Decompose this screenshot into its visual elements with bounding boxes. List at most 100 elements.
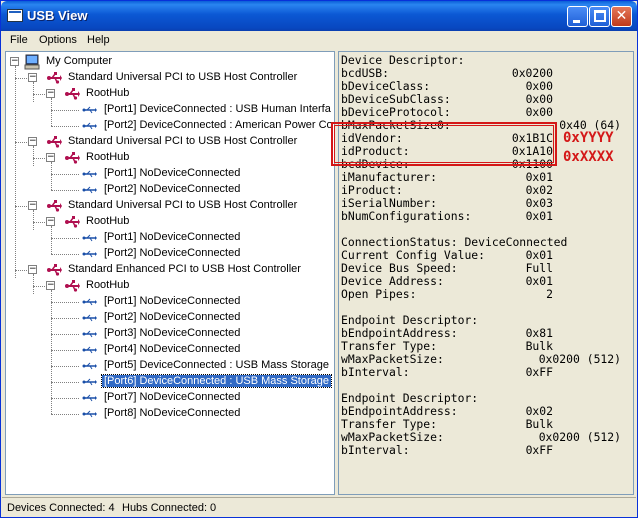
tree-connector: [51, 174, 79, 175]
usb-icon: [65, 280, 80, 292]
usb-icon: [65, 216, 80, 228]
usb-icon: [47, 200, 62, 212]
maximize-icon: [594, 10, 606, 22]
device-tree[interactable]: − My Computer − Standard Universal PCI to U…: [5, 51, 335, 495]
usb-icon: [65, 152, 80, 164]
tree-node-label: [Port3] NoDeviceConnected: [104, 327, 241, 339]
usb-port-icon: [82, 410, 97, 418]
descriptor-key: bInterval:: [341, 365, 410, 379]
tree-connector: [51, 366, 79, 367]
usb-port-icon: [82, 346, 97, 354]
tree-connector: [33, 210, 34, 230]
tree-node-label: [Port5] DeviceConnected : USB Mass Stora…: [104, 359, 329, 371]
descriptor-value: 0xFF: [525, 365, 553, 379]
usb-icon: [47, 72, 62, 84]
vendor-annotation: 0xYYYY: [563, 130, 614, 146]
controller-expander[interactable]: −: [28, 137, 37, 146]
tree-node-label: [Port2] NoDeviceConnected: [104, 311, 241, 323]
tree-node-label: RootHub: [86, 151, 130, 163]
tree-connector: [51, 226, 52, 254]
usb-icon: [47, 264, 62, 276]
tree-node-label: [Port2] DeviceConnected : American Power…: [104, 119, 333, 131]
usb-port-icon: [82, 234, 97, 242]
hubs-connected-status: Hubs Connected: 0: [122, 502, 217, 514]
usb-port-icon: [82, 298, 97, 306]
product-annotation: 0xXXXX: [563, 149, 614, 165]
details-pane[interactable]: Device Descriptor: bcdUSB: 0x0200 bDeviceCl…: [338, 51, 634, 495]
descriptor-row: bInterval: 0xFF: [341, 444, 613, 457]
tree-connector: [51, 334, 79, 335]
tree-connector: [33, 274, 34, 294]
menu-help[interactable]: Help: [87, 34, 110, 46]
close-icon: ✕: [615, 8, 628, 24]
tree-connector: [51, 254, 79, 255]
tree-connector: [51, 350, 79, 351]
tree-node-label: Standard Enhanced PCI to USB Host Contro…: [68, 263, 301, 275]
tree-node-label: [Port2] NoDeviceConnected: [104, 183, 241, 195]
tree-node-label: RootHub: [86, 215, 130, 227]
tree-node-label: [Port8] NoDeviceConnected: [104, 407, 241, 419]
vid-pid-highlight-inner: [334, 125, 554, 163]
usb-port-icon: [82, 330, 97, 338]
hub-expander[interactable]: −: [46, 217, 55, 226]
tree-connector: [51, 110, 79, 111]
tree-node-label: [Port1] NoDeviceConnected: [104, 295, 241, 307]
tree-connector: [51, 126, 79, 127]
descriptor-text: Device Descriptor: bcdUSB: 0x0200 bDeviceCl…: [341, 54, 621, 457]
tree-node-label: [Port1] NoDeviceConnected: [104, 231, 241, 243]
descriptor-row: Open Pipes: 2: [341, 288, 613, 301]
descriptor-key: bNumConfigurations:: [341, 209, 472, 223]
descriptor-key: Open Pipes:: [341, 287, 417, 301]
usb-port-icon: [82, 314, 97, 322]
tree-connector: [51, 318, 79, 319]
descriptor-value: 0x00: [525, 105, 553, 119]
usb-port-icon: [82, 122, 97, 130]
tree-node-label: [Port1] NoDeviceConnected: [104, 167, 241, 179]
status-bar: Devices Connected: 4 Hubs Connected: 0: [2, 497, 636, 517]
usb-port-icon: [82, 394, 97, 402]
app-icon: [7, 9, 23, 22]
tree-connector: [51, 398, 79, 399]
minimize-button[interactable]: [567, 6, 588, 27]
tree-node-label: [Port1] DeviceConnected : USB Human Inte…: [104, 103, 331, 115]
usb-port-icon: [82, 378, 97, 386]
controller-expander[interactable]: −: [28, 265, 37, 274]
tree-node-label: My Computer: [46, 55, 113, 67]
devices-connected-status: Devices Connected: 4: [7, 502, 115, 514]
usb-port-icon: [82, 250, 97, 258]
tree-node-label: [Port4] NoDeviceConnected: [104, 343, 241, 355]
close-button[interactable]: ✕: [611, 6, 632, 27]
usb-port-icon: [82, 186, 97, 194]
usb-port-icon: [82, 362, 97, 370]
maximize-button[interactable]: [589, 6, 610, 27]
menu-options[interactable]: Options: [39, 34, 77, 46]
menu-file[interactable]: File: [10, 34, 28, 46]
hub-expander[interactable]: −: [46, 153, 55, 162]
root-expander[interactable]: −: [10, 57, 19, 66]
tree-node-label: [Port2] NoDeviceConnected: [104, 247, 241, 259]
tree-node-label: RootHub: [86, 87, 130, 99]
tree-connector: [51, 382, 79, 383]
descriptor-value: 0xFF: [525, 443, 553, 457]
tree-connector: [33, 82, 34, 102]
descriptor-value: 2: [546, 287, 553, 301]
tree-connector: [51, 162, 52, 190]
usb-icon: [65, 88, 80, 100]
hub-expander[interactable]: −: [46, 89, 55, 98]
descriptor-key: bInterval:: [341, 443, 410, 457]
usb-icon: [47, 136, 62, 148]
tree-node-label: Standard Universal PCI to USB Host Contr…: [68, 135, 298, 147]
usb-port-icon: [82, 170, 97, 178]
controller-expander[interactable]: −: [28, 73, 37, 82]
hub-expander[interactable]: −: [46, 281, 55, 290]
tree-connector: [51, 190, 79, 191]
tree-connector: [51, 238, 79, 239]
controller-expander[interactable]: −: [28, 201, 37, 210]
tree-node-label: Standard Universal PCI to USB Host Contr…: [68, 71, 298, 83]
title-bar[interactable]: USB View ✕: [1, 1, 637, 31]
tree-node-label: [Port6] DeviceConnected : USB Mass Stora…: [101, 374, 332, 388]
tree-connector: [33, 146, 34, 166]
computer-icon: [24, 54, 40, 70]
menu-bar: File Options Help: [2, 31, 636, 50]
tree-node-label: RootHub: [86, 279, 130, 291]
